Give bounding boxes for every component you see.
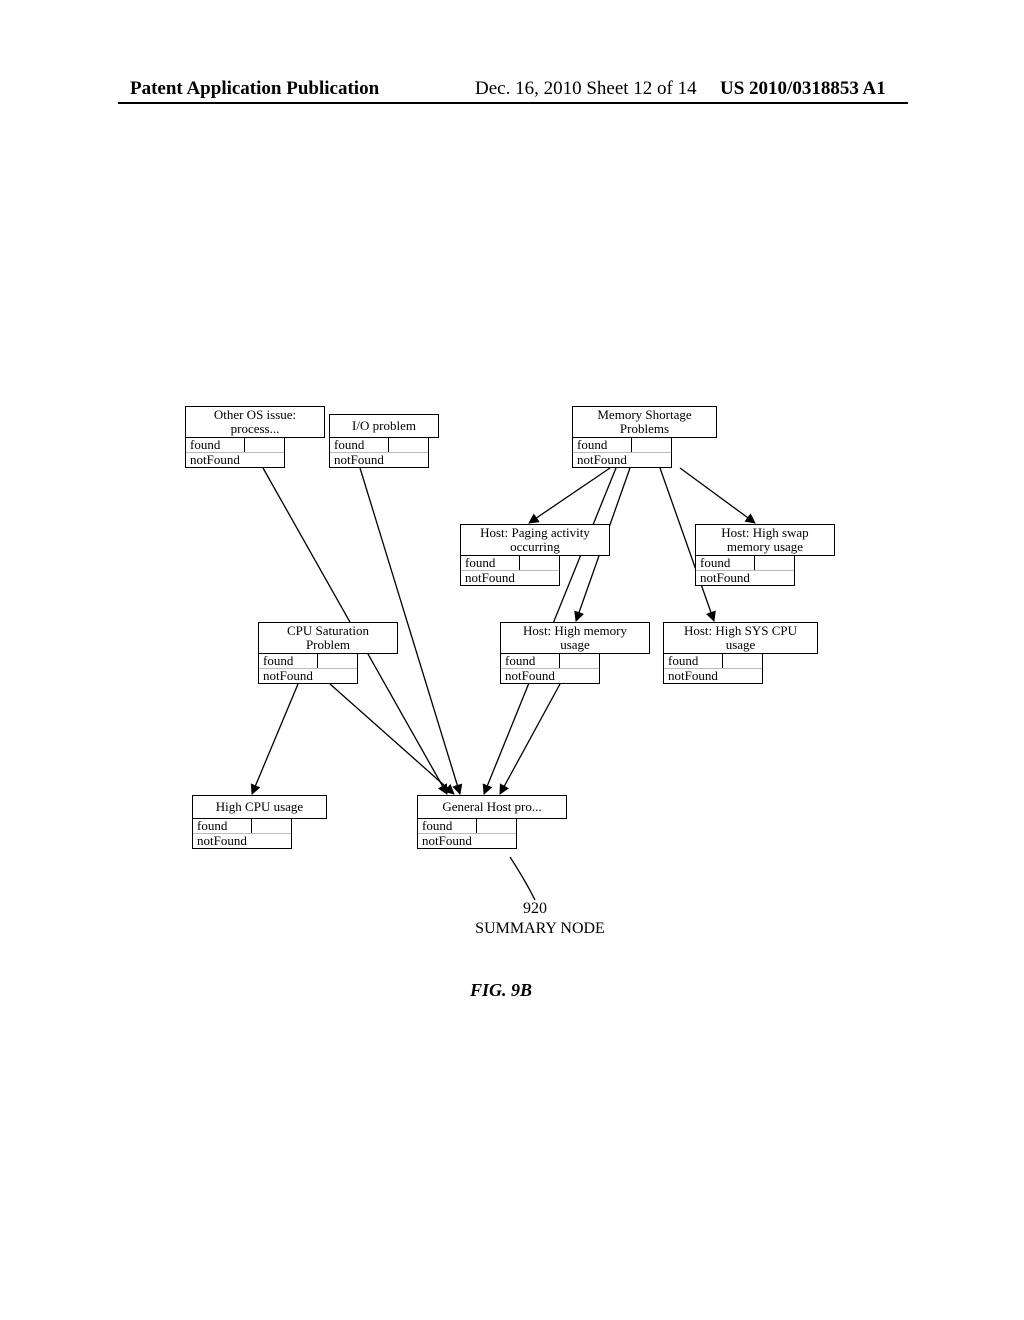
page: Patent Application Publication Dec. 16, … xyxy=(0,0,1024,1320)
node-high-sys-cpu: Host: High SYS CPUusage found notFound xyxy=(663,622,818,684)
status-notfound: notFound xyxy=(186,453,284,467)
node-high-cpu-usage: High CPU usage found notFound xyxy=(192,795,327,849)
node-title: I/O problem xyxy=(329,414,439,438)
status-notfound: notFound xyxy=(193,834,291,848)
status-notfound: notFound xyxy=(696,571,794,585)
callout-ref-920: 920 xyxy=(505,900,565,918)
node-high-swap: Host: High swapmemory usage found notFou… xyxy=(695,524,835,586)
status-found: found xyxy=(461,556,559,571)
node-status: found notFound xyxy=(572,438,672,468)
status-found: found xyxy=(193,819,291,834)
status-notfound: notFound xyxy=(330,453,428,467)
node-status: found notFound xyxy=(663,654,763,684)
figure-label: FIG. 9B xyxy=(470,980,532,1001)
node-io-problem: I/O problem found notFound xyxy=(329,414,439,468)
status-notfound: notFound xyxy=(259,669,357,683)
status-found: found xyxy=(696,556,794,571)
node-other-os-issue: Other OS issue:process... found notFound xyxy=(185,406,325,468)
node-status: found notFound xyxy=(329,438,429,468)
node-title: Host: High swapmemory usage xyxy=(695,524,835,556)
status-found: found xyxy=(418,819,516,834)
node-title: Host: High memoryusage xyxy=(500,622,650,654)
node-status: found notFound xyxy=(192,819,292,849)
node-title: High CPU usage xyxy=(192,795,327,819)
status-notfound: notFound xyxy=(501,669,599,683)
diagram: Other OS issue:process... found notFound… xyxy=(0,0,1024,1320)
node-status: found notFound xyxy=(460,556,560,586)
status-notfound: notFound xyxy=(664,669,762,683)
node-status: found notFound xyxy=(185,438,285,468)
status-notfound: notFound xyxy=(573,453,671,467)
status-found: found xyxy=(664,654,762,669)
node-cpu-saturation: CPU SaturationProblem found notFound xyxy=(258,622,398,684)
node-paging-activity: Host: Paging activityoccurring found not… xyxy=(460,524,610,586)
node-title: Host: High SYS CPUusage xyxy=(663,622,818,654)
status-found: found xyxy=(573,438,671,453)
status-found: found xyxy=(259,654,357,669)
status-found: found xyxy=(501,654,599,669)
node-title: Other OS issue:process... xyxy=(185,406,325,438)
status-found: found xyxy=(330,438,428,453)
node-status: found notFound xyxy=(258,654,358,684)
status-notfound: notFound xyxy=(461,571,559,585)
status-found: found xyxy=(186,438,284,453)
node-general-host: General Host pro... found notFound xyxy=(417,795,567,849)
callout-summary-node: SUMMARY NODE xyxy=(470,920,610,938)
node-status: found notFound xyxy=(500,654,600,684)
node-title: Memory ShortageProblems xyxy=(572,406,717,438)
node-title: Host: Paging activityoccurring xyxy=(460,524,610,556)
node-high-memory-usage: Host: High memoryusage found notFound xyxy=(500,622,650,684)
status-notfound: notFound xyxy=(418,834,516,848)
node-title: General Host pro... xyxy=(417,795,567,819)
node-title: CPU SaturationProblem xyxy=(258,622,398,654)
node-status: found notFound xyxy=(417,819,517,849)
node-memory-shortage: Memory ShortageProblems found notFound xyxy=(572,406,717,468)
node-status: found notFound xyxy=(695,556,795,586)
